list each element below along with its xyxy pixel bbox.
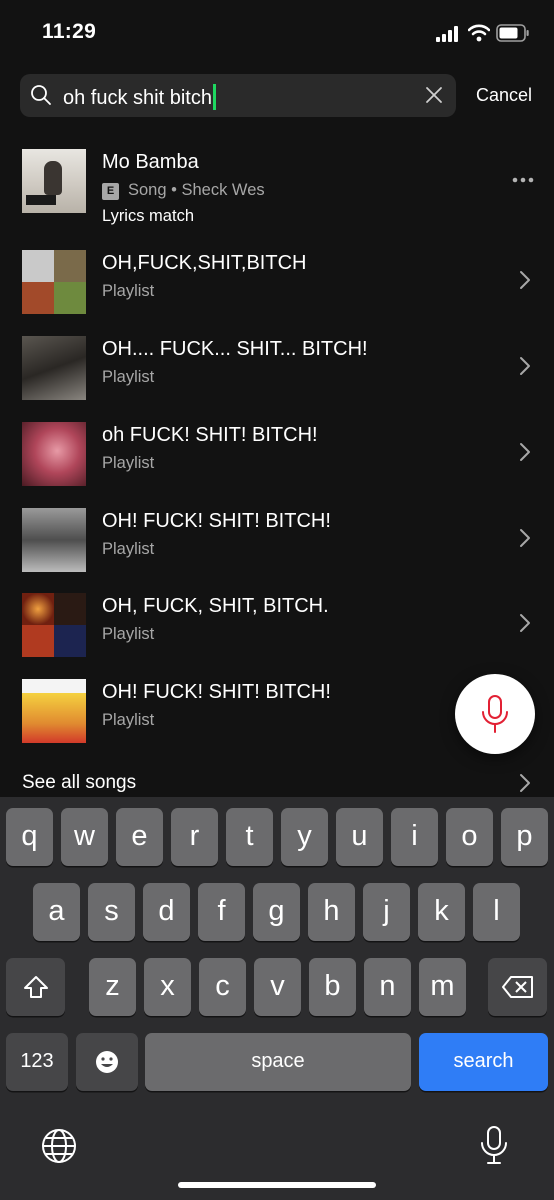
key-u[interactable]: u	[336, 808, 383, 866]
cellular-signal-icon	[436, 26, 458, 42]
search-icon	[31, 85, 51, 105]
search-query[interactable]: oh fuck shit bitch	[63, 84, 216, 110]
key-d[interactable]: d	[143, 883, 190, 941]
emoji-key[interactable]	[76, 1033, 138, 1091]
microphone-icon	[482, 695, 508, 733]
search-key[interactable]: search	[419, 1033, 548, 1091]
key-n[interactable]: n	[364, 958, 411, 1016]
key-f[interactable]: f	[198, 883, 245, 941]
key-z[interactable]: z	[89, 958, 136, 1016]
key-q[interactable]: q	[6, 808, 53, 866]
album-art-thumbnail	[22, 149, 86, 213]
result-subtitle: Playlist	[102, 454, 155, 472]
key-m[interactable]: m	[419, 958, 466, 1016]
result-title: OH, FUCK, SHIT, BITCH.	[102, 595, 329, 617]
result-subtitle: Playlist	[102, 540, 155, 558]
result-row-playlist[interactable]: oh FUCK! SHIT! BITCH! Playlist	[0, 414, 554, 494]
dictation-microphone-icon[interactable]	[480, 1125, 508, 1165]
chevron-right-icon	[520, 774, 530, 792]
chevron-right-icon	[520, 614, 530, 632]
numbers-key[interactable]: 123	[6, 1033, 68, 1091]
space-key[interactable]: space	[145, 1033, 411, 1091]
playlist-cover-thumbnail	[22, 679, 86, 743]
explicit-badge-icon: E	[102, 183, 119, 200]
lyrics-match-label: Lyrics match	[102, 207, 194, 225]
key-p[interactable]: p	[501, 808, 548, 866]
result-row-playlist[interactable]: OH! FUCK! SHIT! BITCH! Playlist	[0, 500, 554, 580]
chevron-right-icon	[520, 529, 530, 547]
key-l[interactable]: l	[473, 883, 520, 941]
result-row-song[interactable]: Mo Bamba E Song • Sheck Wes Lyrics match	[0, 141, 554, 225]
result-title: OH! FUCK! SHIT! BITCH!	[102, 681, 331, 703]
key-e[interactable]: e	[116, 808, 163, 866]
battery-icon	[496, 24, 529, 42]
key-g[interactable]: g	[253, 883, 300, 941]
home-indicator	[178, 1182, 376, 1188]
result-title: Mo Bamba	[102, 151, 199, 173]
result-title: OH.... FUCK... SHIT... BITCH!	[102, 338, 368, 360]
key-x[interactable]: x	[144, 958, 191, 1016]
playlist-cover-thumbnail	[22, 593, 86, 657]
chevron-right-icon	[520, 357, 530, 375]
playlist-cover-thumbnail	[22, 508, 86, 572]
key-i[interactable]: i	[391, 808, 438, 866]
result-subtitle: Playlist	[102, 625, 155, 643]
key-v[interactable]: v	[254, 958, 301, 1016]
result-subtitle: Playlist	[102, 368, 155, 386]
key-k[interactable]: k	[418, 883, 465, 941]
key-t[interactable]: t	[226, 808, 273, 866]
key-o[interactable]: o	[446, 808, 493, 866]
shift-key[interactable]	[6, 958, 65, 1016]
status-bar: 11:29	[0, 0, 554, 64]
backspace-key[interactable]	[488, 958, 547, 1016]
key-b[interactable]: b	[309, 958, 356, 1016]
status-time: 11:29	[42, 20, 97, 43]
text-caret	[212, 84, 216, 110]
result-title: OH! FUCK! SHIT! BITCH!	[102, 510, 331, 532]
result-row-playlist[interactable]: OH,FUCK,SHIT,BITCH Playlist	[0, 242, 554, 322]
result-title: oh FUCK! SHIT! BITCH!	[102, 424, 318, 446]
voice-search-button[interactable]	[455, 674, 535, 754]
playlist-cover-thumbnail	[22, 250, 86, 314]
playlist-cover-thumbnail	[22, 422, 86, 486]
chevron-right-icon	[520, 271, 530, 289]
see-all-songs-link[interactable]: See all songs	[0, 764, 554, 800]
backspace-icon	[501, 976, 533, 998]
result-subtitle: E Song • Sheck Wes	[102, 181, 265, 200]
key-j[interactable]: j	[363, 883, 410, 941]
key-h[interactable]: h	[308, 883, 355, 941]
key-w[interactable]: w	[61, 808, 108, 866]
result-title: OH,FUCK,SHIT,BITCH	[102, 252, 307, 274]
result-subtitle: Playlist	[102, 711, 155, 729]
search-input[interactable]: oh fuck shit bitch	[20, 74, 456, 117]
key-r[interactable]: r	[171, 808, 218, 866]
result-row-playlist[interactable]: OH.... FUCK... SHIT... BITCH! Playlist	[0, 328, 554, 408]
clear-search-icon[interactable]	[424, 85, 444, 105]
result-row-playlist[interactable]: OH, FUCK, SHIT, BITCH. Playlist	[0, 585, 554, 665]
key-c[interactable]: c	[199, 958, 246, 1016]
key-y[interactable]: y	[281, 808, 328, 866]
cancel-button[interactable]: Cancel	[476, 85, 532, 106]
see-all-label: See all songs	[22, 772, 137, 793]
playlist-cover-thumbnail	[22, 336, 86, 400]
result-subtitle: Playlist	[102, 282, 155, 300]
chevron-right-icon	[520, 443, 530, 461]
key-s[interactable]: s	[88, 883, 135, 941]
wifi-icon	[468, 24, 490, 42]
globe-icon[interactable]	[40, 1127, 78, 1165]
key-a[interactable]: a	[33, 883, 80, 941]
emoji-icon	[96, 1051, 118, 1073]
shift-icon	[23, 976, 48, 998]
more-options-icon[interactable]	[512, 177, 534, 183]
